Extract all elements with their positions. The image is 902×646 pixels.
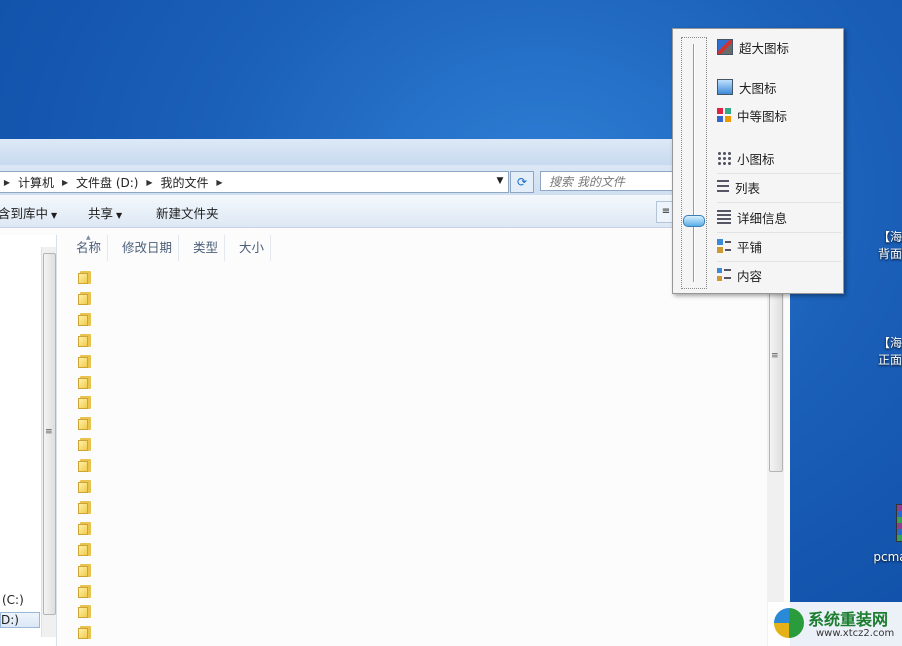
menu-item-label: 大图标 [739,80,777,96]
desktop-icon-label: pcma [873,550,902,564]
desktop-icon-back[interactable]: 【海纳 背面】 [866,180,902,262]
menu-item-label: 详细信息 [737,210,788,226]
watermark-url: www.xtcz2.com [816,628,895,639]
address-dropdown-icon[interactable]: ▼ [492,171,508,191]
file-list-scrollbar[interactable]: ≡ [767,235,784,646]
menu-item-large-icons[interactable]: 大图标 [717,76,841,98]
menu-separator [717,261,841,262]
menu-item-medium-icons[interactable]: 中等图标 [717,104,841,126]
menu-item-label: 列表 [735,180,761,196]
nav-scrollbar[interactable]: ≡ [41,247,56,637]
folder-icon[interactable] [78,605,92,619]
details-icon [717,210,731,224]
menu-item-label: 平铺 [737,239,763,255]
menu-separator [717,173,841,174]
menu-item-label: 内容 [737,268,763,284]
desktop-icon-pcma[interactable]: pcma [860,504,902,564]
folder-icon[interactable] [78,521,92,535]
address-bar[interactable]: ▶ 计算机 ▶ 文件盘 (D:) ▶ 我的文件 ▶ [0,171,509,193]
breadcrumb-drive-d[interactable]: 文件盘 (D:) [72,174,142,191]
folder-icon[interactable] [78,584,92,598]
share-button[interactable]: 共享 ▼ [88,203,122,222]
menu-item-label: 中等图标 [737,108,788,124]
grip-icon: ≡ [771,351,779,361]
slider-thumb[interactable] [683,215,705,227]
desktop-icon-front[interactable]: 【海纳 正面】 [866,286,902,368]
menu-separator [717,232,841,233]
navigation-pane: (C:) D:) ≡ [0,235,57,646]
view-slider[interactable] [681,37,707,289]
breadcrumb-arrow-icon[interactable]: ▶ [0,178,14,187]
chevron-down-icon: ▼ [51,211,58,220]
column-size[interactable]: 大小 [225,235,272,261]
folder-icon[interactable] [78,291,92,305]
desktop-icon-label: 【海纳 [877,230,902,244]
folder-icon[interactable] [78,375,92,389]
breadcrumb-my-files[interactable]: 我的文件 [156,174,212,191]
breadcrumb-computer[interactable]: 计算机 [14,174,58,191]
menu-item-content[interactable]: 内容 [717,264,841,286]
site-logo-icon [774,608,804,638]
folder-icon[interactable] [78,438,92,452]
watermark-title: 系统重装网 [808,610,889,629]
breadcrumb-arrow-icon[interactable]: ▶ [213,178,227,187]
breadcrumb-arrow-icon[interactable]: ▶ [58,178,72,187]
folder-icon[interactable] [78,563,92,577]
column-name[interactable]: 名称 [60,235,109,261]
menu-item-list[interactable]: 列表 [717,176,841,198]
column-type[interactable]: 类型 [179,235,226,261]
menu-item-tiles[interactable]: 平铺 [717,235,841,257]
chevron-down-icon: ▼ [116,211,123,220]
menu-item-extra-large-icons[interactable]: 超大图标 [717,36,841,58]
column-header: 名称 修改日期 类型 大小 [60,235,272,261]
folder-icon[interactable] [78,459,92,473]
menu-item-label: 小图标 [737,151,775,167]
nav-drive-d[interactable]: D:) [0,612,40,628]
tiles-icon [717,239,731,253]
folder-icon[interactable] [78,542,92,556]
folder-icon[interactable] [78,333,92,347]
folder-icon[interactable] [78,396,92,410]
desktop-icon-label: 正面】 [877,353,902,367]
list-icon [717,180,729,194]
new-folder-button[interactable]: 新建文件夹 [156,203,219,222]
extra-large-icons-icon [717,39,733,55]
include-in-library-label: 含到库中 [0,206,49,221]
refresh-icon[interactable]: ⟳ [510,171,534,193]
content-icon [717,268,731,282]
folder-icon[interactable] [78,417,92,431]
folder-icon[interactable] [78,500,92,514]
desktop-icon-label: 【海纳 [877,336,902,350]
menu-item-details[interactable]: 详细信息 [717,206,841,228]
folder-icon[interactable] [78,626,92,640]
menu-item-label: 超大图标 [739,40,790,56]
menu-item-small-icons[interactable]: 小图标 [717,147,841,169]
slider-track-line [693,44,695,282]
desktop-icon-label: 背面】 [877,247,902,261]
nav-drive-c[interactable]: (C:) [2,593,24,607]
column-date-modified[interactable]: 修改日期 [108,235,180,261]
folder-icon[interactable] [78,312,92,326]
folder-icon[interactable] [78,354,92,368]
view-menu: 超大图标 大图标 中等图标 小图标 列表 详细信息 平铺 内容 [672,28,844,294]
breadcrumb-arrow-icon[interactable]: ▶ [142,178,156,187]
small-icons-icon [717,151,731,165]
medium-icons-icon [717,108,731,122]
winrar-archive-icon [896,504,902,542]
menu-separator [717,202,841,203]
grip-icon: ≡ [45,427,53,437]
large-icons-icon [717,79,733,95]
folder-icon[interactable] [78,271,92,284]
folder-icon[interactable] [78,480,92,493]
include-in-library-button[interactable]: 含到库中 ▼ [0,203,57,222]
watermark: 系统重装网 www.xtcz2.com [768,602,902,646]
share-label: 共享 [88,206,114,221]
